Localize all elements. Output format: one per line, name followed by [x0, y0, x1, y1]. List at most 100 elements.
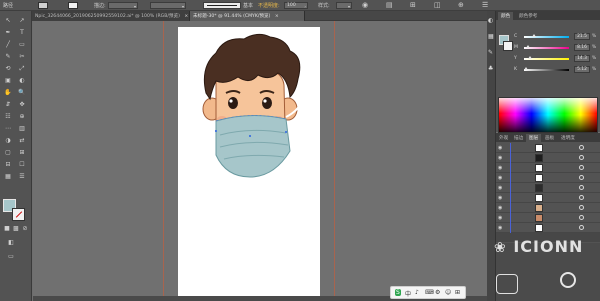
- visibility-eye-icon[interactable]: ◉: [498, 175, 502, 181]
- color-panel-icon[interactable]: ◐: [488, 17, 493, 24]
- visibility-eye-icon[interactable]: ◉: [498, 165, 502, 171]
- visibility-eye-icon[interactable]: ◉: [498, 145, 502, 151]
- close-icon[interactable]: ×: [275, 14, 279, 19]
- layer-target-icon[interactable]: [579, 205, 584, 210]
- visibility-eye-icon[interactable]: ◉: [498, 195, 502, 201]
- layer-target-icon[interactable]: [579, 155, 584, 160]
- tool-icon[interactable]: ✥: [17, 101, 27, 109]
- channel-value-field[interactable]: 8.16: [574, 44, 590, 51]
- tool-icon[interactable]: ☷: [3, 113, 13, 121]
- layer-target-icon[interactable]: [579, 145, 584, 150]
- tool-icon[interactable]: ✂: [17, 53, 27, 61]
- slider-knob[interactable]: [528, 56, 533, 59]
- artboard[interactable]: [178, 27, 320, 301]
- slider-track[interactable]: [524, 34, 569, 38]
- channel-value-field[interactable]: 21.5: [574, 33, 590, 40]
- color-slider-k[interactable]: K 5.12%: [514, 66, 598, 74]
- tray-icon[interactable]: 中: [405, 289, 411, 298]
- layer-target-icon[interactable]: [579, 225, 584, 230]
- current-stroke-chip[interactable]: [503, 41, 513, 51]
- menu-icon[interactable]: ☰: [482, 1, 488, 9]
- tool-icon[interactable]: ◐: [17, 77, 27, 85]
- tab-layers[interactable]: 图层: [526, 134, 542, 142]
- none-mode-icon[interactable]: ⊘: [20, 225, 30, 233]
- layer-row[interactable]: ◉: [496, 163, 600, 173]
- visibility-eye-icon[interactable]: ◉: [498, 185, 502, 191]
- symbols-panel-icon[interactable]: ♣: [488, 65, 493, 72]
- tool-icon[interactable]: ⊞: [17, 149, 27, 157]
- tool-icon[interactable]: ▭: [17, 41, 27, 49]
- stroke-color-box[interactable]: [12, 208, 25, 221]
- visibility-eye-icon[interactable]: ◉: [498, 205, 502, 211]
- tool-icon[interactable]: ⇵: [3, 101, 13, 109]
- tab-stroke[interactable]: 描边: [511, 134, 526, 142]
- isolate-icon[interactable]: ◫: [434, 1, 441, 9]
- tray-icon[interactable]: S: [395, 289, 401, 296]
- tray-icon[interactable]: ♪: [415, 289, 419, 296]
- layer-row[interactable]: ◉: [496, 183, 600, 193]
- tool-icon[interactable]: ✒: [3, 29, 13, 37]
- canvas-area[interactable]: [33, 21, 487, 301]
- layer-target-icon[interactable]: [579, 185, 584, 190]
- tool-icon[interactable]: 🔍: [17, 89, 27, 97]
- visibility-eye-icon[interactable]: ◉: [498, 155, 502, 161]
- tab-document-1[interactable]: Npic_32644066_201906250992559102.ai* @ 1…: [32, 11, 190, 21]
- slider-knob[interactable]: [531, 34, 536, 37]
- visibility-eye-icon[interactable]: ◉: [498, 215, 502, 221]
- close-icon[interactable]: ×: [184, 14, 188, 19]
- tab-color[interactable]: 颜色: [498, 12, 514, 20]
- tab-artboards[interactable]: 画板: [542, 134, 557, 142]
- layer-row[interactable]: ◉: [496, 193, 600, 203]
- tool-icon[interactable]: ↖: [3, 17, 13, 25]
- tool-icon[interactable]: ⟲: [3, 65, 13, 73]
- layer-row[interactable]: ◉: [496, 203, 600, 213]
- draw-mode-icon[interactable]: ◧: [6, 239, 16, 247]
- tool-icon[interactable]: ◑: [3, 137, 13, 145]
- tool-icon[interactable]: ✋: [3, 89, 13, 97]
- layer-row[interactable]: ◉: [496, 213, 600, 223]
- color-slider-m[interactable]: M 8.16%: [514, 44, 598, 52]
- variable-width-dropdown[interactable]: ▾: [150, 2, 186, 9]
- opacity-label[interactable]: 不透明度:: [258, 2, 280, 9]
- brush-stroke-preview[interactable]: [203, 2, 241, 9]
- tool-icon[interactable]: ⤢: [17, 65, 27, 73]
- recolor-icon[interactable]: ◉: [362, 1, 368, 9]
- opacity-field[interactable]: 100 ›: [284, 2, 308, 9]
- face-mask[interactable]: [215, 114, 291, 178]
- tool-icon[interactable]: ▥: [17, 125, 27, 133]
- layer-row[interactable]: ◉: [496, 173, 600, 183]
- color-slider-y[interactable]: Y 14.3%: [514, 55, 598, 63]
- tool-icon[interactable]: T: [17, 29, 27, 37]
- tray-icon[interactable]: ⊞: [455, 289, 460, 296]
- globe-icon[interactable]: ⊕: [458, 1, 464, 9]
- slider-knob[interactable]: [525, 45, 530, 48]
- tool-icon[interactable]: ✎: [3, 53, 13, 61]
- color-slider-c[interactable]: C 21.5%: [514, 33, 598, 41]
- masked-boy-illustration[interactable]: [178, 27, 320, 301]
- style-dropdown[interactable]: ▾: [336, 2, 352, 9]
- tab-document-2[interactable]: 未标题-30* @ 91.44% (CMYK/预览) ×: [190, 11, 305, 21]
- tab-appearance[interactable]: 外观: [496, 134, 511, 142]
- slider-track[interactable]: [524, 45, 569, 49]
- swatches-panel-icon[interactable]: ▦: [488, 33, 494, 40]
- layer-row[interactable]: ◉: [496, 153, 600, 163]
- tool-icon[interactable]: ↗: [17, 17, 27, 25]
- slider-knob[interactable]: [524, 67, 529, 70]
- slider-track[interactable]: [524, 56, 569, 60]
- anchor-point[interactable]: [215, 130, 217, 132]
- tool-icon[interactable]: ⊕: [17, 113, 27, 121]
- layer-target-icon[interactable]: [579, 165, 584, 170]
- color-spectrum[interactable]: [498, 97, 598, 133]
- channel-value-field[interactable]: 14.3: [574, 55, 590, 62]
- fill-swatch[interactable]: [38, 2, 48, 9]
- anchor-point[interactable]: [285, 131, 287, 133]
- layer-row[interactable]: ◉: [496, 223, 600, 233]
- layer-target-icon[interactable]: [579, 175, 584, 180]
- transform-icon[interactable]: ⊞: [410, 1, 416, 9]
- tool-icon[interactable]: ☰: [17, 173, 27, 181]
- align-icon[interactable]: ▤: [386, 1, 393, 9]
- tool-icon[interactable]: ⋯: [3, 125, 13, 133]
- tool-icon[interactable]: ▦: [3, 173, 13, 181]
- brushes-panel-icon[interactable]: ✎: [488, 49, 493, 56]
- tool-icon[interactable]: ⊟: [3, 161, 13, 169]
